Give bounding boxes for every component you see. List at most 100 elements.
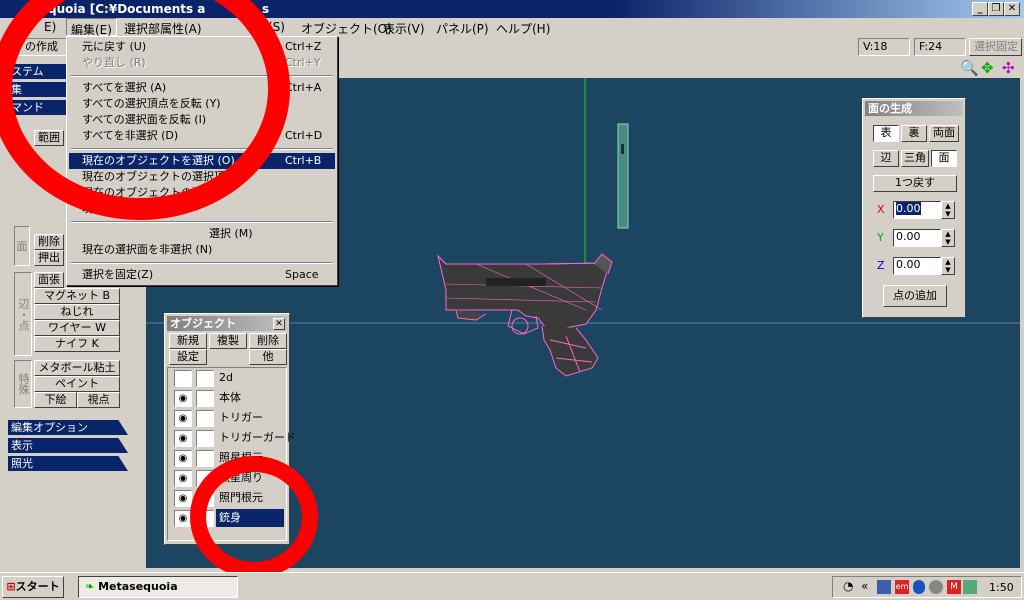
viewpoint-button[interactable]: 視点: [77, 392, 120, 408]
y-label: Y: [877, 231, 884, 244]
front-face-button[interactable]: 表: [873, 125, 899, 142]
face-bridge-button[interactable]: 面張: [34, 272, 64, 288]
delete-object-button[interactable]: 削除: [249, 333, 287, 349]
visibility-toggle[interactable]: [174, 370, 192, 387]
metaball-button[interactable]: メタボール粘土: [34, 360, 120, 376]
tab-special[interactable]: 特殊: [14, 360, 32, 408]
y-input[interactable]: 0.00: [893, 229, 941, 247]
clock: 1:50: [989, 581, 1014, 594]
minimize-button[interactable]: _: [972, 2, 988, 16]
z-input[interactable]: 0.00: [893, 257, 941, 275]
add-point-button[interactable]: 点の追加: [883, 285, 947, 307]
tray-m-icon[interactable]: M: [947, 580, 961, 594]
lock-toggle[interactable]: [196, 430, 214, 447]
menu-separator: [71, 221, 333, 223]
object-row[interactable]: ◉ トリガーガード: [172, 428, 296, 448]
lock-toggle[interactable]: [196, 390, 214, 407]
zoom-icon[interactable]: 🔍: [960, 59, 979, 77]
lock-toggle[interactable]: [196, 410, 214, 427]
x-input[interactable]: 0.00: [893, 201, 941, 219]
menu-view[interactable]: 表示(V): [383, 20, 425, 37]
eye-icon[interactable]: ◉: [174, 430, 192, 447]
face-mode-button[interactable]: 面: [931, 150, 957, 167]
face-create-panel: 面の生成 表 裏 両面 辺 三角 面 1つ戻す X 0.00 ▲ ▼ Y 0.00…: [862, 98, 966, 318]
section-lighting[interactable]: 照光: [8, 456, 128, 471]
object-panel-title: オブジェクト: [167, 316, 287, 331]
tray-bluetooth-icon[interactable]: [913, 580, 925, 594]
object-panel-close-icon[interactable]: ✕: [273, 318, 285, 330]
selection-lock-button[interactable]: 選択固定: [969, 38, 1022, 56]
back-face-button[interactable]: 裏: [901, 125, 927, 142]
barrel-object: [617, 123, 629, 229]
menu-object[interactable]: オブジェクト(O): [301, 20, 392, 37]
paint-button[interactable]: ペイント: [34, 376, 120, 392]
annotation-circle-object: [190, 456, 318, 578]
eye-icon[interactable]: ◉: [174, 470, 192, 487]
both-face-button[interactable]: 両面: [929, 125, 959, 142]
menu-lock-selection[interactable]: 選択を固定(Z) Space: [69, 267, 335, 283]
tray-monitor-icon[interactable]: [963, 580, 977, 594]
gun-model: [437, 253, 613, 377]
taskbar-metasequoia[interactable]: ❧ Metasequoia: [78, 576, 238, 598]
object-name[interactable]: トリガー: [216, 409, 284, 427]
section-display[interactable]: 表示: [8, 438, 128, 453]
face-count: F:24: [914, 38, 966, 56]
tab-face[interactable]: 面: [14, 226, 30, 266]
z-label: Z: [877, 259, 885, 272]
lock-toggle[interactable]: [196, 370, 214, 387]
taskbar: ⊞スタート ❧ Metasequoia ◔ « em M 1:50: [0, 572, 1024, 600]
tray-chevron[interactable]: «: [861, 579, 868, 593]
metasequoia-icon: ❧: [85, 580, 95, 593]
object-name[interactable]: トリガーガード: [216, 429, 296, 447]
section-edit-options[interactable]: 編集オプション: [8, 420, 128, 435]
new-object-button[interactable]: 新規: [169, 333, 207, 349]
menu-deselect-faces[interactable]: 現在の選択面を非選択 (N): [69, 242, 335, 258]
start-button[interactable]: ⊞スタート: [2, 576, 64, 598]
y-spinner[interactable]: ▲ ▼: [941, 229, 955, 247]
eye-icon[interactable]: ◉: [174, 390, 192, 407]
lock-toggle[interactable]: [196, 450, 214, 467]
tray-network-icon[interactable]: [877, 580, 891, 594]
vertex-count: V:18: [858, 38, 910, 56]
triangle-mode-button[interactable]: 三角: [901, 150, 929, 167]
view-toolbar: 🔍 ✥ ✣: [338, 58, 1022, 78]
knife-button[interactable]: ナイフ K: [34, 336, 120, 352]
magnet-button[interactable]: マグネット B: [34, 288, 120, 304]
edge-mode-button[interactable]: 辺: [873, 150, 899, 167]
x-label: X: [877, 203, 885, 216]
twist-button[interactable]: ねじれ: [34, 304, 120, 320]
object-name[interactable]: 本体: [216, 389, 284, 407]
eye-icon[interactable]: ◉: [174, 450, 192, 467]
restore-button[interactable]: ❐: [988, 2, 1004, 16]
move-view-icon[interactable]: ✥: [981, 59, 994, 77]
system-tray: ◔ « em M 1:50: [832, 576, 1022, 598]
tab-edge-point[interactable]: 辺・点: [14, 272, 32, 356]
tray-app-icon[interactable]: em: [895, 580, 909, 594]
menu-separator: [71, 262, 333, 264]
windows-logo-icon: ⊞: [6, 580, 16, 593]
tray-disk-icon[interactable]: [929, 580, 943, 594]
close-button[interactable]: ✕: [1004, 2, 1020, 16]
object-row[interactable]: ◉ 本体: [172, 388, 284, 408]
undo-one-button[interactable]: 1つ戻す: [873, 175, 957, 192]
object-name[interactable]: 2d: [216, 369, 284, 387]
eye-icon[interactable]: ◉: [174, 490, 192, 507]
duplicate-object-button[interactable]: 複製: [209, 333, 247, 349]
object-other-button[interactable]: 他: [249, 349, 287, 365]
face-panel-title: 面の生成: [865, 101, 963, 116]
menu-select-m[interactable]: 選択 (M): [69, 226, 335, 242]
object-settings-button[interactable]: 設定: [169, 349, 207, 365]
menu-help[interactable]: ヘルプ(H): [496, 20, 550, 37]
object-row[interactable]: ◉ トリガー: [172, 408, 284, 428]
rotate-view-icon[interactable]: ✣: [1002, 59, 1015, 77]
menu-panel[interactable]: パネル(P): [436, 20, 489, 37]
extrude-button[interactable]: 押出: [34, 250, 64, 266]
delete-button[interactable]: 削除: [34, 234, 64, 250]
tray-volume-icon[interactable]: ◔: [843, 579, 853, 593]
x-spinner[interactable]: ▲ ▼: [941, 201, 955, 219]
underlay-button[interactable]: 下絵: [34, 392, 77, 408]
z-spinner[interactable]: ▲ ▼: [941, 257, 955, 275]
wire-button[interactable]: ワイヤー W: [34, 320, 120, 336]
object-row[interactable]: 2d: [172, 368, 284, 388]
eye-icon[interactable]: ◉: [174, 410, 192, 427]
